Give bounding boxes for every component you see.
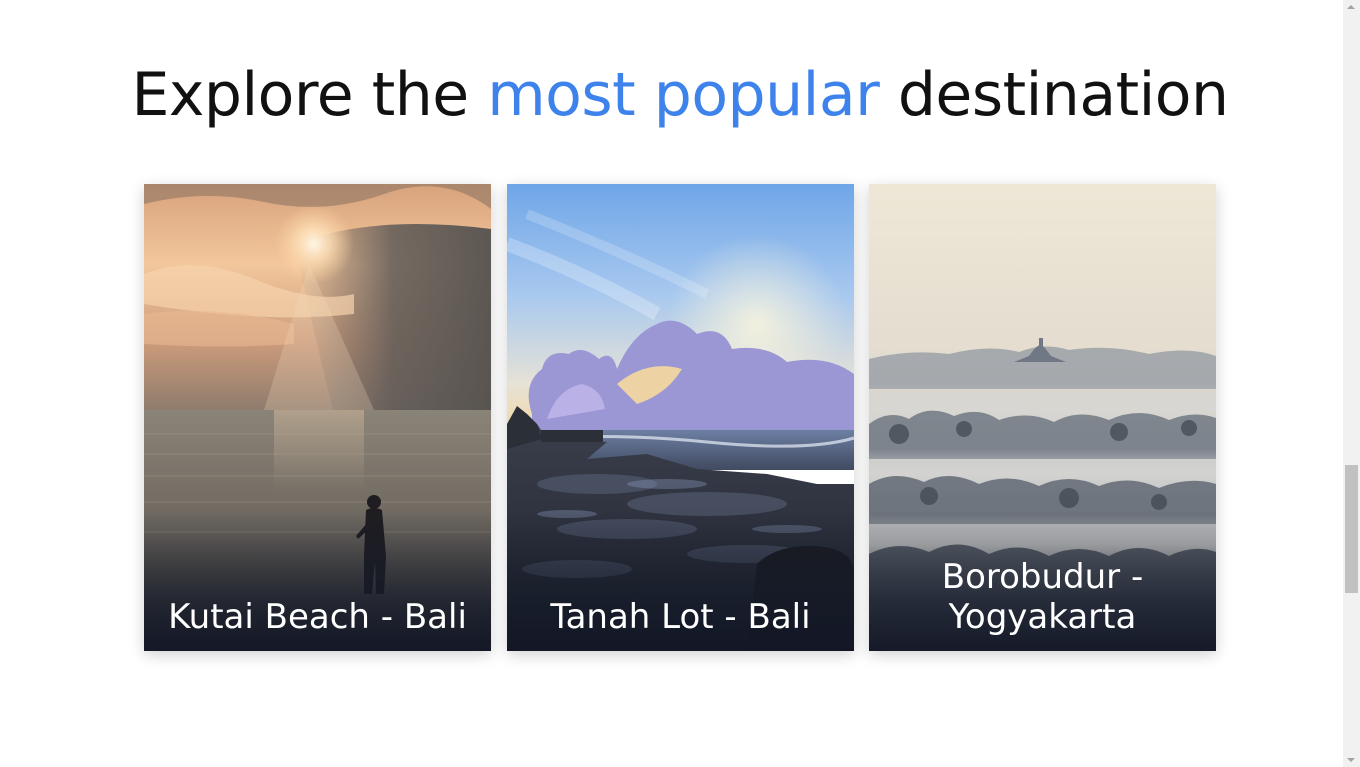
title-prefix: Explore the — [131, 60, 488, 130]
scroll-down-arrow-icon[interactable] — [1347, 758, 1355, 762]
destination-label: Kutai Beach - Bali — [168, 597, 467, 637]
page: Explore the most popular destination Kut… — [0, 0, 1343, 767]
destination-card-tanah-lot[interactable]: Tanah Lot - Bali — [507, 184, 854, 651]
title-suffix: destination — [879, 60, 1229, 130]
scroll-up-arrow-icon[interactable] — [1347, 5, 1355, 9]
destination-label: Borobudur - Yogyakarta — [941, 557, 1144, 637]
scrollbar-thumb[interactable] — [1345, 465, 1358, 593]
page-title: Explore the most popular destination — [0, 58, 1360, 132]
destination-card-borobudur[interactable]: Borobudur - Yogyakarta — [869, 184, 1216, 651]
destination-label: Tanah Lot - Bali — [550, 597, 811, 637]
destination-card-kutai-beach[interactable]: Kutai Beach - Bali — [144, 184, 491, 651]
vertical-scrollbar[interactable] — [1343, 0, 1360, 767]
title-accent: most popular — [487, 60, 880, 130]
destination-cards: Kutai Beach - Bali Tanah Lot - Bali Boro… — [144, 184, 1216, 651]
